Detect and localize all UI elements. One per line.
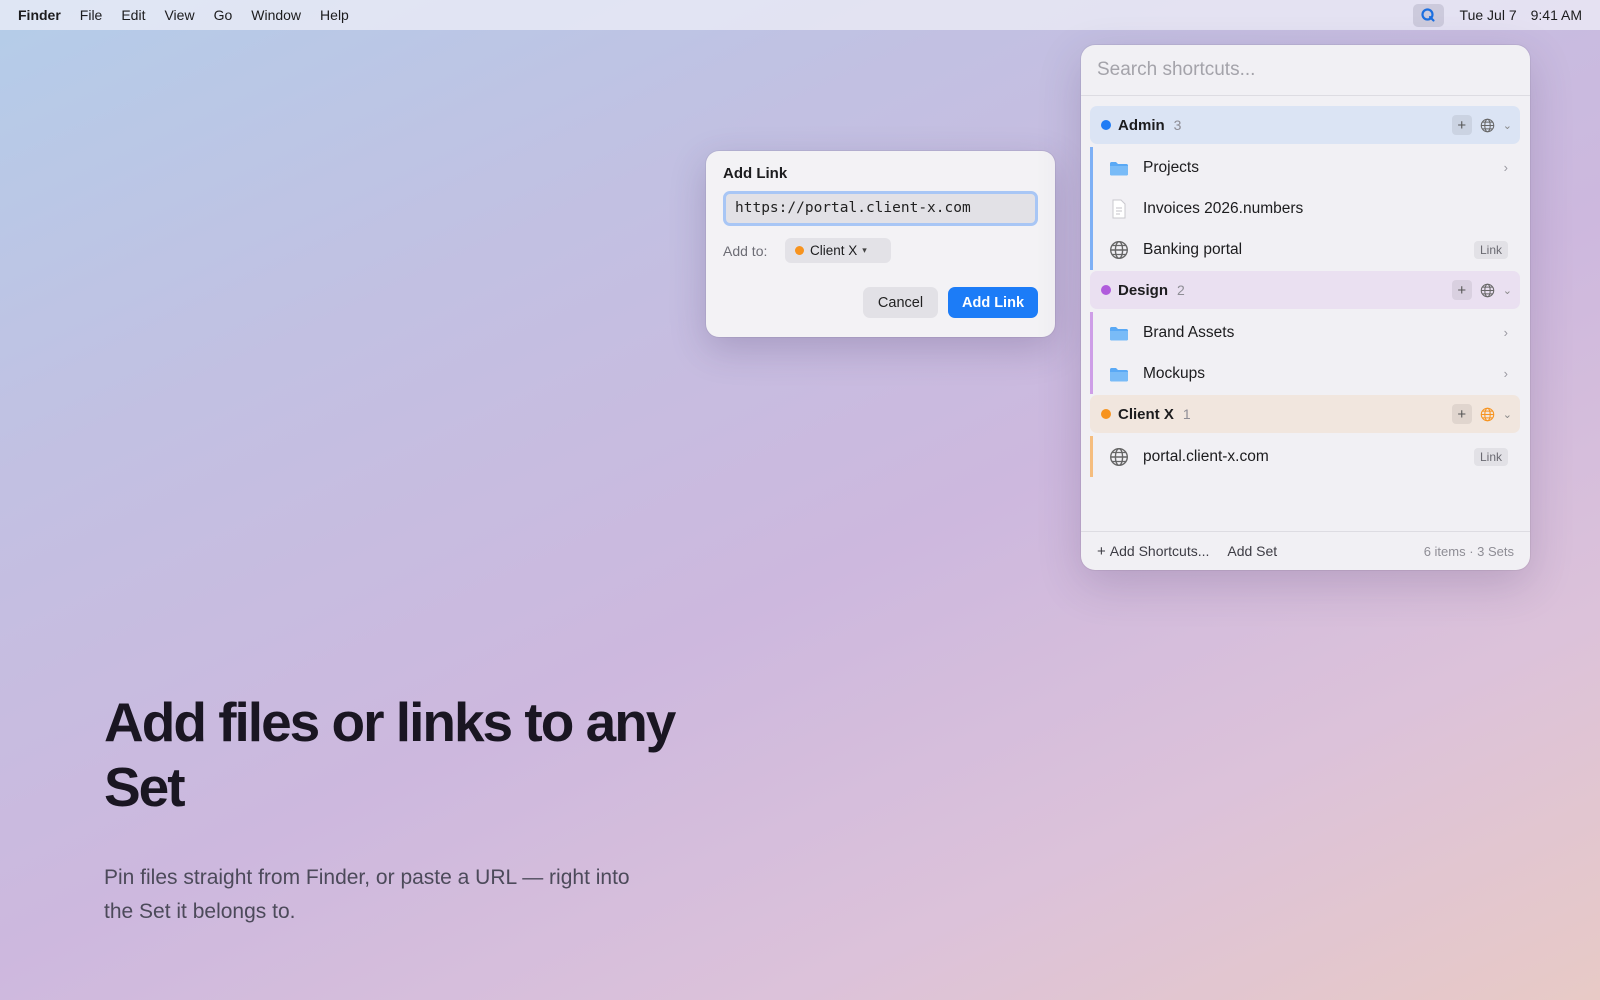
add-to-set-button[interactable]: +: [1451, 280, 1472, 300]
search-bar: [1081, 45, 1530, 96]
menubar-date[interactable]: Tue Jul 7: [1460, 7, 1517, 23]
add-link-button[interactable]: Add Link: [948, 287, 1038, 318]
folder-icon: [1108, 158, 1130, 178]
hero-subtitle: Pin files straight from Finder, or paste…: [104, 866, 630, 923]
add-to-set-button[interactable]: +: [1451, 404, 1472, 424]
chevron-down-icon[interactable]: ⌄: [1503, 119, 1512, 132]
shortcuts-panel: Admin 3 + ⌄ Projects › Invoices 2026.numbers Ba…: [1081, 45, 1530, 570]
chevron-right-icon: ›: [1503, 160, 1508, 175]
set-color-dot: [1101, 120, 1111, 130]
add-to-label: Add to:: [723, 243, 768, 259]
dropdown-caret-icon: ▾: [862, 245, 867, 255]
set-header-design[interactable]: Design 2 + ⌄: [1090, 271, 1520, 309]
set-select-value: Client X: [810, 243, 858, 258]
add-shortcuts-button[interactable]: + Add Shortcuts...: [1097, 543, 1209, 560]
menu-help[interactable]: Help: [320, 7, 349, 23]
menubar-time[interactable]: 9:41 AM: [1531, 7, 1582, 23]
menu-edit[interactable]: Edit: [121, 7, 145, 23]
shortcut-item[interactable]: Mockups ›: [1090, 353, 1520, 394]
globe-icon: [1108, 240, 1130, 260]
add-to-set-button[interactable]: +: [1451, 115, 1472, 135]
set-count: 3: [1173, 117, 1182, 133]
add-link-globe-icon[interactable]: [1478, 280, 1498, 300]
document-icon: [1108, 199, 1130, 219]
sets-list: Admin 3 + ⌄ Projects › Invoices 2026.numbers Ba…: [1090, 106, 1520, 477]
add-link-globe-icon[interactable]: [1478, 115, 1498, 135]
set-color-dot: [1101, 285, 1111, 295]
add-set-button[interactable]: Add Set: [1227, 543, 1277, 559]
menu-window[interactable]: Window: [251, 7, 301, 23]
add-shortcuts-label: Add Shortcuts...: [1109, 543, 1210, 559]
add-link-globe-icon[interactable]: [1478, 404, 1498, 424]
app-status-icon[interactable]: [1412, 3, 1444, 27]
shortcut-label: Invoices 2026.numbers: [1143, 199, 1304, 217]
items-summary: 6 items · 3 Sets: [1423, 543, 1514, 559]
chevron-right-icon: ›: [1503, 325, 1508, 340]
hero-title: Add files or links to any Set: [104, 691, 676, 818]
link-badge: Link: [1473, 447, 1508, 466]
plus-icon: +: [1097, 542, 1106, 560]
globe-icon: [1108, 447, 1130, 467]
shortcut-label: portal.client-x.com: [1143, 447, 1269, 465]
add-link-dialog: Add Link https://portal.client-x.com Add…: [706, 151, 1055, 337]
set-count: 1: [1182, 406, 1191, 422]
shortcut-item[interactable]: Banking portal Link: [1090, 229, 1520, 270]
set-color-dot: [1101, 409, 1111, 419]
shortcut-item[interactable]: Invoices 2026.numbers: [1090, 188, 1520, 229]
set-count: 2: [1177, 282, 1185, 298]
set-name: Design: [1118, 281, 1169, 299]
menu-app-name[interactable]: Finder: [18, 7, 61, 23]
set-select[interactable]: Client X ▾: [785, 238, 891, 263]
search-input[interactable]: [1097, 59, 1497, 81]
folder-icon: [1108, 323, 1130, 343]
menu-go[interactable]: Go: [214, 7, 233, 23]
shortcut-item[interactable]: Brand Assets ›: [1090, 312, 1520, 353]
set-header-admin[interactable]: Admin 3 + ⌄: [1090, 106, 1520, 144]
set-color-dot: [795, 246, 804, 255]
chevron-right-icon: ›: [1503, 366, 1508, 381]
shortcut-label: Banking portal: [1143, 240, 1243, 258]
menu-view[interactable]: View: [164, 7, 194, 23]
panel-footer: + Add Shortcuts... Add Set 6 items · 3 S…: [1081, 531, 1530, 570]
menu-file[interactable]: File: [80, 7, 103, 23]
shortcut-item[interactable]: Projects ›: [1090, 147, 1520, 188]
folder-icon: [1108, 364, 1130, 384]
cancel-button[interactable]: Cancel: [863, 287, 938, 318]
set-name: Admin: [1118, 116, 1165, 134]
shortcut-label: Brand Assets: [1143, 323, 1235, 341]
shortcut-label: Mockups: [1143, 364, 1206, 382]
link-badge: Link: [1473, 240, 1508, 259]
chevron-down-icon[interactable]: ⌄: [1503, 284, 1512, 297]
set-header-client-x[interactable]: Client X 1 + ⌄: [1090, 395, 1520, 433]
dialog-title: Add Link: [723, 165, 788, 182]
set-name: Client X: [1118, 405, 1174, 423]
shortcut-item[interactable]: portal.client-x.com Link: [1090, 436, 1520, 477]
menu-bar: Finder File Edit View Go Window Help Tue…: [0, 0, 1600, 30]
url-input[interactable]: https://portal.client-x.com: [723, 191, 1038, 226]
chevron-down-icon[interactable]: ⌄: [1503, 408, 1512, 421]
shortcut-label: Projects: [1143, 158, 1199, 176]
